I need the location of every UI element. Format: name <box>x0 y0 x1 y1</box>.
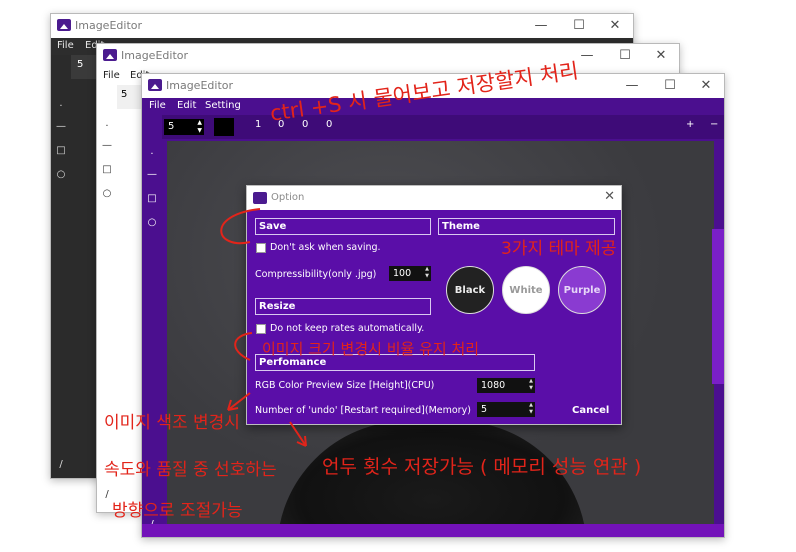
annotation-rgb-line3: 방향으로 조절가능 <box>112 501 243 521</box>
annotation-themes: 3가지 테마 제공 <box>501 239 617 259</box>
annotation-undo: 언두 횟수 저장가능 ( 메모리 성능 연관 ) <box>322 456 642 478</box>
annotation-rgb-line1: 이미지 색조 변경시 <box>104 413 240 433</box>
annotation-resize: 이미지 크기 변경시 비율 유지 처리 <box>262 340 480 358</box>
annotation-rgb-line2: 속도와 품질 중 선호하는 <box>104 460 277 480</box>
